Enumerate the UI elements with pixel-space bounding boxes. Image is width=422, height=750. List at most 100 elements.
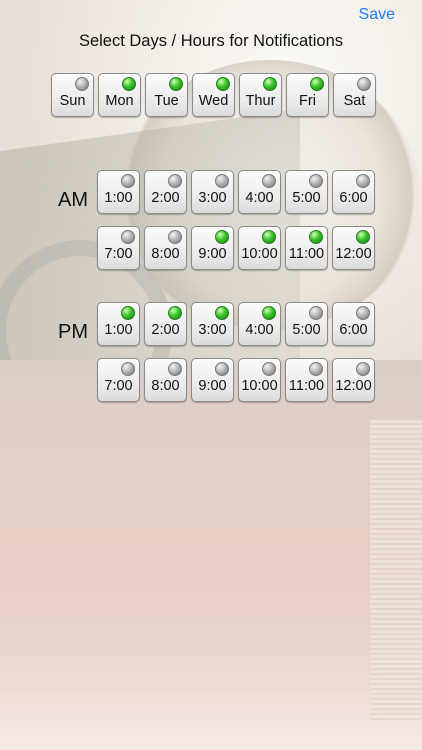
indicator-light-icon <box>310 77 324 91</box>
indicator-light-icon <box>357 77 371 91</box>
hour-label: 8:00 <box>151 246 180 262</box>
indicator-light-icon <box>75 77 89 91</box>
am-hour-toggle[interactable]: 10:00 <box>238 226 281 270</box>
indicator-light-icon <box>356 230 370 244</box>
indicator-light-icon <box>121 174 135 188</box>
day-toggle-tue[interactable]: Tue <box>145 73 188 117</box>
hour-label: 9:00 <box>198 246 227 262</box>
day-toggle-thur[interactable]: Thur <box>239 73 282 117</box>
indicator-light-icon <box>309 230 323 244</box>
indicator-light-icon <box>168 362 182 376</box>
pm-hour-toggle[interactable]: 6:00 <box>332 302 375 346</box>
day-toggle-fri[interactable]: Fri <box>286 73 329 117</box>
pm-hour-toggle[interactable]: 10:00 <box>238 358 281 402</box>
am-hour-toggle[interactable]: 8:00 <box>144 226 187 270</box>
hour-label: 3:00 <box>198 190 227 206</box>
hour-label: 1:00 <box>104 322 133 338</box>
indicator-light-icon <box>263 77 277 91</box>
hour-label: 11:00 <box>288 246 325 262</box>
indicator-light-icon <box>262 306 276 320</box>
indicator-light-icon <box>356 362 370 376</box>
hour-label: 12:00 <box>335 378 372 394</box>
pm-hour-toggle[interactable]: 1:00 <box>97 302 140 346</box>
am-label: AM <box>58 189 88 211</box>
hour-label: 5:00 <box>292 322 321 338</box>
indicator-light-icon <box>121 306 135 320</box>
indicator-light-icon <box>262 362 276 376</box>
hour-label: 7:00 <box>104 378 133 394</box>
day-toggle-sat[interactable]: Sat <box>333 73 376 117</box>
indicator-light-icon <box>168 174 182 188</box>
hour-label: 1:00 <box>104 190 133 206</box>
am-hour-toggle[interactable]: 11:00 <box>285 226 328 270</box>
indicator-light-icon <box>309 306 323 320</box>
indicator-light-icon <box>122 77 136 91</box>
hour-label: 8:00 <box>151 378 180 394</box>
pm-hour-toggle[interactable]: 2:00 <box>144 302 187 346</box>
hour-label: 5:00 <box>292 190 321 206</box>
hour-label: 2:00 <box>151 322 180 338</box>
pm-hour-toggle[interactable]: 12:00 <box>332 358 375 402</box>
day-toggle-wed[interactable]: Wed <box>192 73 235 117</box>
hour-label: 7:00 <box>104 246 133 262</box>
am-hour-toggle[interactable]: 1:00 <box>97 170 140 214</box>
hour-label: 9:00 <box>198 378 227 394</box>
indicator-light-icon <box>262 174 276 188</box>
indicator-light-icon <box>169 77 183 91</box>
pm-hour-toggle[interactable]: 5:00 <box>285 302 328 346</box>
am-row-2: 7:00 8:00 9:00 10:00 11:00 12:00 <box>97 226 375 270</box>
indicator-light-icon <box>215 362 229 376</box>
hour-label: 12:00 <box>335 246 372 262</box>
indicator-light-icon <box>309 362 323 376</box>
pm-hour-toggle[interactable]: 9:00 <box>191 358 234 402</box>
pm-label: PM <box>58 321 88 343</box>
am-hour-toggle[interactable]: 9:00 <box>191 226 234 270</box>
indicator-light-icon <box>168 230 182 244</box>
pm-row-1: 1:00 2:00 3:00 4:00 5:00 6:00 <box>97 302 375 346</box>
am-hour-toggle[interactable]: 7:00 <box>97 226 140 270</box>
indicator-light-icon <box>121 230 135 244</box>
indicator-light-icon <box>309 174 323 188</box>
indicator-light-icon <box>216 77 230 91</box>
day-label: Thur <box>245 93 276 109</box>
hour-label: 6:00 <box>339 322 368 338</box>
indicator-light-icon <box>356 174 370 188</box>
day-label: Sun <box>59 93 86 109</box>
indicator-light-icon <box>356 306 370 320</box>
am-row-1: 1:00 2:00 3:00 4:00 5:00 6:00 <box>97 170 375 214</box>
am-hour-toggle[interactable]: 6:00 <box>332 170 375 214</box>
save-button[interactable]: Save <box>359 6 395 24</box>
pm-hour-toggle[interactable]: 3:00 <box>191 302 234 346</box>
hour-label: 4:00 <box>245 322 274 338</box>
day-label: Wed <box>198 93 229 109</box>
hour-label: 11:00 <box>288 378 325 394</box>
indicator-light-icon <box>168 306 182 320</box>
pm-row-2: 7:00 8:00 9:00 10:00 11:00 12:00 <box>97 358 375 402</box>
hour-label: 4:00 <box>245 190 274 206</box>
indicator-light-icon <box>215 230 229 244</box>
hour-label: 10:00 <box>241 378 278 394</box>
am-hour-toggle[interactable]: 12:00 <box>332 226 375 270</box>
am-hour-toggle[interactable]: 5:00 <box>285 170 328 214</box>
indicator-light-icon <box>262 230 276 244</box>
am-hour-toggle[interactable]: 3:00 <box>191 170 234 214</box>
pm-hour-toggle[interactable]: 11:00 <box>285 358 328 402</box>
indicator-light-icon <box>215 306 229 320</box>
hour-label: 3:00 <box>198 322 227 338</box>
days-row: Sun Mon Tue Wed Thur Fri Sat <box>51 73 376 117</box>
page-title: Select Days / Hours for Notifications <box>78 32 344 50</box>
day-toggle-sun[interactable]: Sun <box>51 73 94 117</box>
pm-hour-toggle[interactable]: 7:00 <box>97 358 140 402</box>
day-label: Mon <box>105 93 134 109</box>
day-label: Tue <box>154 93 179 109</box>
day-toggle-mon[interactable]: Mon <box>98 73 141 117</box>
am-hour-toggle[interactable]: 2:00 <box>144 170 187 214</box>
day-label: Fri <box>299 93 316 109</box>
indicator-light-icon <box>121 362 135 376</box>
indicator-light-icon <box>215 174 229 188</box>
pm-hour-toggle[interactable]: 8:00 <box>144 358 187 402</box>
pm-hour-toggle[interactable]: 4:00 <box>238 302 281 346</box>
hour-label: 6:00 <box>339 190 368 206</box>
hour-label: 2:00 <box>151 190 180 206</box>
am-hour-toggle[interactable]: 4:00 <box>238 170 281 214</box>
